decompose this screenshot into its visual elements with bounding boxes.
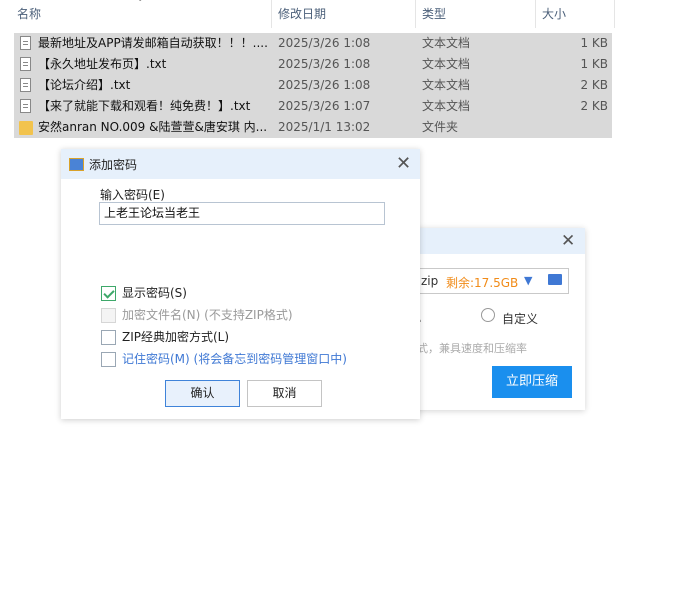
text-file-icon bbox=[19, 78, 33, 94]
file-date: 2025/1/1 13:02 bbox=[278, 120, 371, 134]
file-size: 1 KB bbox=[580, 57, 608, 71]
checkbox-icon bbox=[101, 308, 116, 323]
file-name: 【永久地址发布页】.txt bbox=[38, 57, 167, 71]
compress-dialog: ✕ zip 剩余:17.5GB ▼ 较小 自定义 式，兼具速度和压缩率 立即压缩 bbox=[397, 228, 585, 410]
dialog-titlebar: 添加密码 ✕ bbox=[61, 149, 420, 179]
file-size: 2 KB bbox=[580, 99, 608, 113]
password-label: 输入密码(E) bbox=[100, 188, 165, 202]
compress-option-custom[interactable]: 自定义 bbox=[502, 310, 538, 327]
file-type: 文件夹 bbox=[422, 120, 459, 134]
column-type[interactable]: 类型 bbox=[416, 0, 536, 28]
password-input[interactable]: 上老王论坛当老王 bbox=[99, 202, 385, 225]
file-type: 文本文档 bbox=[422, 57, 471, 71]
file-date: 2025/3/26 1:08 bbox=[278, 36, 371, 50]
file-name: 【论坛介绍】.txt bbox=[38, 78, 131, 92]
file-type: 文本文档 bbox=[422, 36, 471, 50]
file-row[interactable]: 【永久地址发布页】.txt 2025/3/26 1:08 文本文档 1 KB bbox=[14, 54, 612, 75]
archive-extension: zip bbox=[421, 274, 439, 288]
dialog-title: 添加密码 bbox=[89, 158, 138, 172]
checkbox-checked-icon[interactable] bbox=[101, 286, 116, 301]
folder-row[interactable]: 安然anran NO.009 &陆萱萱&唐安琪 内... 2025/1/1 13… bbox=[14, 117, 612, 138]
folder-icon bbox=[19, 120, 33, 136]
text-file-icon bbox=[19, 36, 33, 52]
file-size: 2 KB bbox=[580, 78, 608, 92]
file-size: 1 KB bbox=[580, 36, 608, 50]
column-size[interactable]: 大小 bbox=[536, 0, 615, 28]
remember-password-label[interactable]: 记住密码(M) (将会备忘到密码管理窗口中) bbox=[122, 352, 347, 367]
close-icon[interactable]: ✕ bbox=[561, 231, 575, 251]
file-row[interactable]: 【论坛介绍】.txt 2025/3/26 1:08 文本文档 2 KB bbox=[14, 75, 612, 96]
add-password-dialog: 添加密码 ✕ 输入密码(E) 上老王论坛当老王 显示密码(S) 加密文件名(N)… bbox=[61, 149, 420, 419]
compress-now-button[interactable]: 立即压缩 bbox=[492, 366, 572, 398]
column-date[interactable]: 修改日期 bbox=[272, 0, 416, 28]
custom-radio[interactable] bbox=[481, 308, 495, 322]
output-path-selector[interactable]: zip 剩余:17.5GB ▼ bbox=[417, 268, 569, 294]
text-file-icon bbox=[19, 57, 33, 73]
close-icon[interactable]: ✕ bbox=[396, 153, 411, 175]
column-header: ⌄ 名称 修改日期 类型 大小 bbox=[0, 0, 615, 28]
file-type: 文本文档 bbox=[422, 78, 471, 92]
compress-description: 式，兼具速度和压缩率 bbox=[417, 342, 527, 355]
file-type: 文本文档 bbox=[422, 99, 471, 113]
text-file-icon bbox=[19, 99, 33, 115]
file-name: 【来了就能下载和观看！纯免费！】.txt bbox=[38, 99, 251, 113]
compress-dialog-titlebar bbox=[405, 228, 585, 254]
encrypt-filenames-label: 加密文件名(N) (不支持ZIP格式) bbox=[122, 308, 293, 322]
show-password-label[interactable]: 显示密码(S) bbox=[122, 286, 187, 301]
checkbox-icon[interactable] bbox=[101, 330, 116, 345]
file-name: 最新地址及APP请发邮箱自动获取！！！.... bbox=[38, 36, 268, 50]
free-space-label: 剩余:17.5GB bbox=[446, 276, 519, 290]
file-date: 2025/3/26 1:08 bbox=[278, 57, 371, 71]
zip-classic-label[interactable]: ZIP经典加密方式(L) bbox=[122, 330, 229, 345]
dropdown-arrow-icon[interactable]: ▼ bbox=[524, 274, 532, 287]
column-name[interactable]: 名称 bbox=[11, 0, 272, 28]
cancel-button[interactable]: 取消 bbox=[247, 380, 322, 407]
folder-browse-icon[interactable] bbox=[548, 274, 562, 285]
archive-icon bbox=[69, 158, 84, 171]
confirm-button[interactable]: 确认 bbox=[165, 380, 240, 407]
file-row[interactable]: 最新地址及APP请发邮箱自动获取！！！.... 2025/3/26 1:08 文… bbox=[14, 33, 612, 54]
file-date: 2025/3/26 1:08 bbox=[278, 78, 371, 92]
file-name: 安然anran NO.009 &陆萱萱&唐安琪 内... bbox=[38, 120, 268, 134]
file-date: 2025/3/26 1:07 bbox=[278, 99, 371, 113]
file-row[interactable]: 【来了就能下载和观看！纯免费！】.txt 2025/3/26 1:07 文本文档… bbox=[14, 96, 612, 117]
checkbox-icon[interactable] bbox=[101, 352, 116, 367]
